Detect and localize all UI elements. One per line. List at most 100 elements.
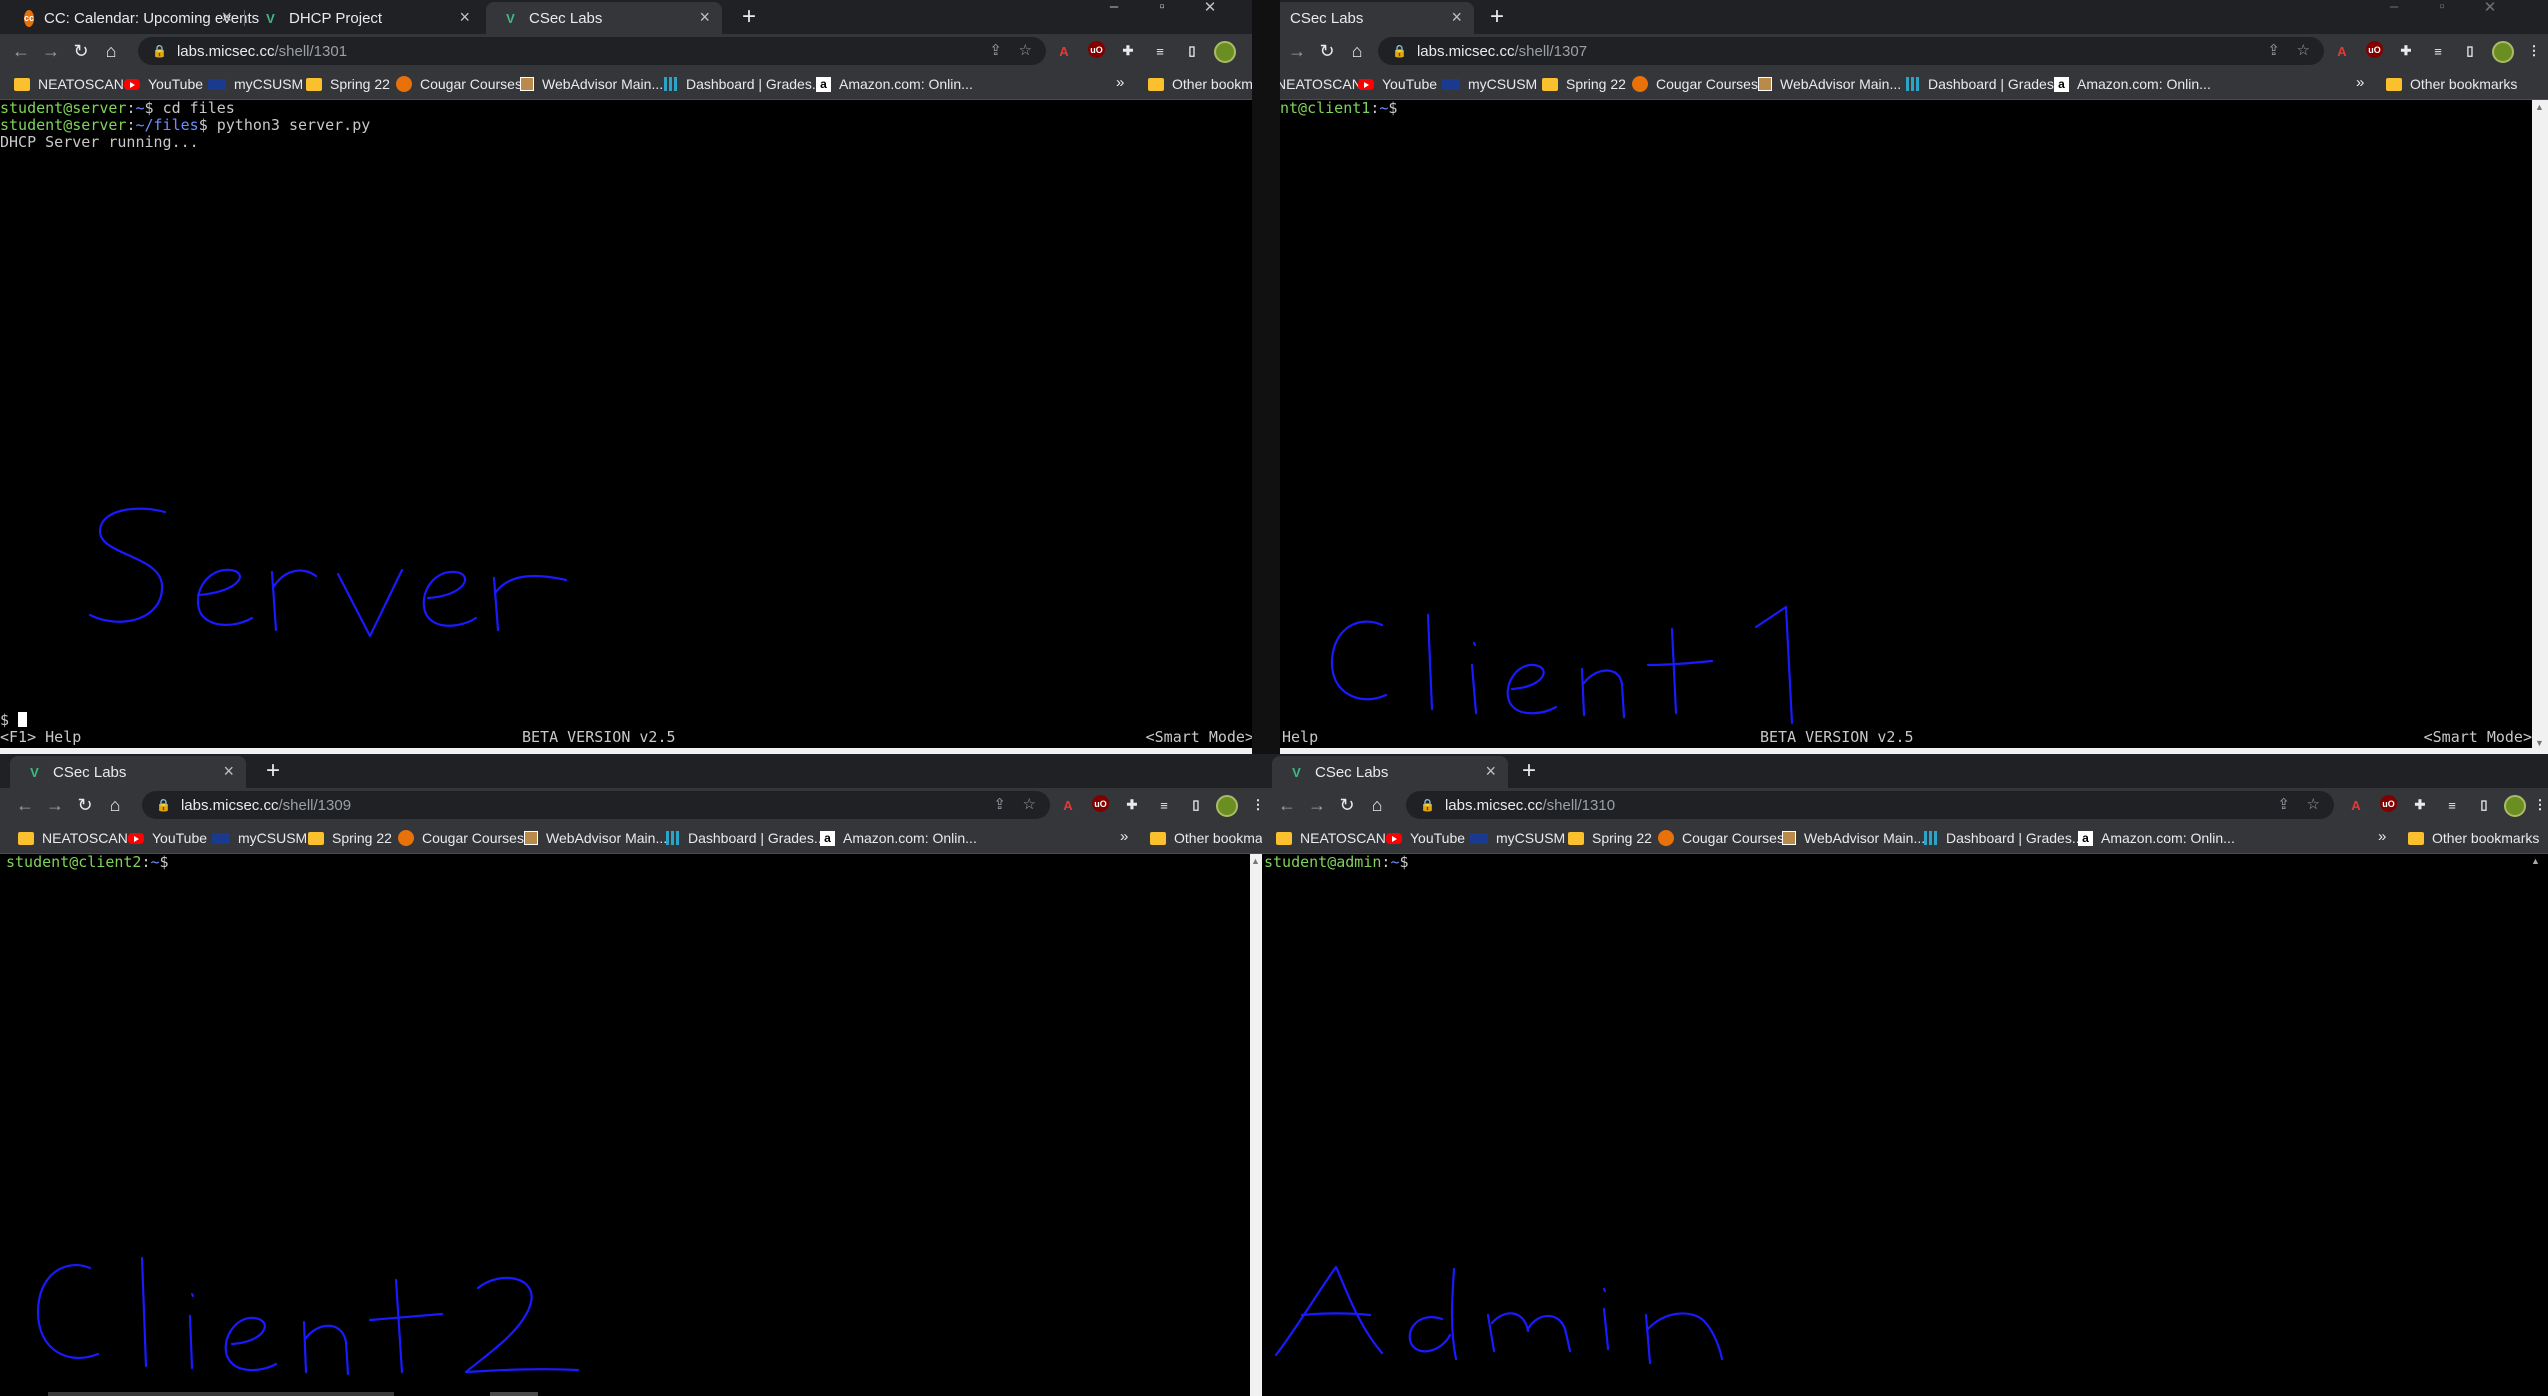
- home-icon[interactable]: ⌂: [100, 795, 130, 816]
- bookmark-spring-22[interactable]: Spring 22: [1542, 74, 1626, 94]
- bookmark-cougar-courses[interactable]: Cougar Courses: [396, 74, 522, 94]
- tab-calendar[interactable]: cc CC: Calendar: Upcoming events ×: [8, 2, 259, 34]
- new-tab-button[interactable]: +: [1514, 756, 1544, 786]
- bookmark-webadvisor[interactable]: WebAdvisor Main...: [1782, 828, 1925, 848]
- more-bookmarks-chevron-icon[interactable]: »: [2378, 828, 2386, 845]
- reading-list-icon[interactable]: ≡: [2428, 41, 2448, 61]
- terminal[interactable]: student@admin:~$: [1262, 854, 2524, 1396]
- profile-avatar[interactable]: [2492, 41, 2514, 63]
- side-panel-icon[interactable]: ▯: [2460, 41, 2480, 61]
- menu-kebab-icon[interactable]: ⋮: [1248, 795, 1263, 815]
- bookmark-amazon[interactable]: a Amazon.com: Onlin...: [820, 828, 977, 848]
- acrobat-extension-icon[interactable]: A: [2346, 795, 2366, 815]
- bookmark-neatoscan[interactable]: NEATOSCAN: [1276, 828, 1386, 848]
- back-icon[interactable]: ←: [10, 795, 40, 816]
- reload-icon[interactable]: ↻: [66, 41, 96, 62]
- bookmark-dashboard[interactable]: Dashboard | Grades...: [664, 74, 823, 94]
- close-tab-icon[interactable]: ×: [699, 7, 710, 28]
- tab-csec-labs[interactable]: V CSec Labs ×: [10, 756, 246, 788]
- reading-list-icon[interactable]: ≡: [2442, 795, 2462, 815]
- bookmark-amazon[interactable]: a Amazon.com: Onlin...: [2078, 828, 2235, 848]
- address-bar[interactable]: 🔒 labs.micsec.cc/shell/1307 ⇪ ☆: [1378, 37, 2324, 65]
- tab-csec-labs[interactable]: V CSec Labs ×: [486, 2, 722, 34]
- bookmark-mycsusm[interactable]: myCSUSM: [1470, 828, 1565, 848]
- profile-avatar[interactable]: [1214, 41, 1236, 63]
- home-icon[interactable]: ⌂: [1362, 795, 1392, 816]
- new-tab-button[interactable]: +: [734, 2, 764, 32]
- more-bookmarks-chevron-icon[interactable]: »: [2356, 74, 2364, 91]
- reading-list-icon[interactable]: ≡: [1154, 795, 1174, 815]
- back-icon[interactable]: ←: [6, 41, 36, 62]
- bookmark-dashboard[interactable]: Dashboard | Grades...: [1924, 828, 2083, 848]
- reload-icon[interactable]: ↻: [1332, 795, 1362, 816]
- bookmark-star-icon[interactable]: ☆: [1023, 795, 1036, 813]
- home-icon[interactable]: ⌂: [1342, 41, 1372, 62]
- ublock-extension-icon[interactable]: uO: [1088, 41, 1105, 58]
- bookmark-youtube[interactable]: YouTube: [124, 74, 203, 94]
- extensions-puzzle-icon[interactable]: ✚: [2410, 795, 2430, 815]
- close-tab-icon[interactable]: ×: [223, 761, 234, 782]
- bookmark-dashboard[interactable]: Dashboard | Grades...: [1906, 74, 2065, 94]
- home-icon[interactable]: ⌂: [96, 41, 126, 62]
- more-bookmarks-chevron-icon[interactable]: »: [1120, 828, 1128, 845]
- tab-dhcp-project[interactable]: V DHCP Project ×: [246, 2, 482, 34]
- terminal[interactable]: student@client2:~$: [0, 854, 1262, 1396]
- forward-icon[interactable]: →: [1282, 41, 1312, 62]
- minimize-icon[interactable]: –: [1090, 0, 1138, 15]
- profile-avatar[interactable]: [1216, 795, 1238, 817]
- tab-csec-labs[interactable]: CSec Labs ×: [1280, 2, 1474, 34]
- side-panel-icon[interactable]: ▯: [2474, 795, 2494, 815]
- acrobat-extension-icon[interactable]: A: [1054, 41, 1074, 61]
- bookmark-spring-22[interactable]: Spring 22: [306, 74, 390, 94]
- reading-list-icon[interactable]: ≡: [1150, 41, 1170, 61]
- side-panel-icon[interactable]: ▯: [1182, 41, 1202, 61]
- profile-avatar[interactable]: [2504, 795, 2526, 817]
- bookmark-mycsusm[interactable]: myCSUSM: [1442, 74, 1537, 94]
- bookmark-webadvisor[interactable]: WebAdvisor Main...: [524, 828, 667, 848]
- minimize-icon[interactable]: –: [2370, 0, 2418, 15]
- extensions-puzzle-icon[interactable]: ✚: [1118, 41, 1138, 61]
- forward-icon[interactable]: →: [40, 795, 70, 816]
- extensions-puzzle-icon[interactable]: ✚: [2396, 41, 2416, 61]
- bookmark-amazon[interactable]: a Amazon.com: Onlin...: [816, 74, 973, 94]
- ublock-extension-icon[interactable]: uO: [2380, 795, 2397, 812]
- bookmark-neatoscan[interactable]: NEATOSCAN: [18, 828, 128, 848]
- side-panel-icon[interactable]: ▯: [1186, 795, 1206, 815]
- bookmark-other-bookmarks[interactable]: Other bookmarks: [2386, 74, 2517, 94]
- back-icon[interactable]: ←: [1272, 795, 1302, 816]
- bookmark-youtube[interactable]: YouTube: [128, 828, 207, 848]
- forward-icon[interactable]: →: [1302, 795, 1332, 816]
- terminal[interactable]: student@server:~$ cd files student@serve…: [0, 100, 1254, 750]
- bookmark-webadvisor[interactable]: WebAdvisor Main...: [1758, 74, 1901, 94]
- share-icon[interactable]: ⇪: [2277, 795, 2290, 813]
- share-icon[interactable]: ⇪: [993, 795, 1006, 813]
- forward-icon[interactable]: →: [36, 41, 66, 62]
- bookmark-star-icon[interactable]: ☆: [2297, 41, 2310, 59]
- reload-icon[interactable]: ↻: [1312, 41, 1342, 62]
- close-tab-icon[interactable]: ×: [1451, 7, 1462, 28]
- bookmark-star-icon[interactable]: ☆: [2307, 795, 2320, 813]
- horizontal-scrollbar-thumb[interactable]: [490, 1392, 538, 1396]
- bookmark-cougar-courses[interactable]: Cougar Courses: [1632, 74, 1758, 94]
- menu-kebab-icon[interactable]: ⋮: [2524, 41, 2544, 61]
- bookmark-neatoscan[interactable]: NEATOSCAN: [1280, 74, 1362, 94]
- more-bookmarks-chevron-icon[interactable]: »: [1116, 74, 1124, 91]
- maximize-icon[interactable]: ▫: [1138, 0, 1186, 15]
- maximize-icon[interactable]: ▫: [2418, 0, 2466, 15]
- bookmark-webadvisor[interactable]: WebAdvisor Main...: [520, 74, 663, 94]
- scrollbar[interactable]: ▲: [2524, 854, 2548, 1396]
- scrollbar[interactable]: ▲: [1250, 854, 1262, 1396]
- new-tab-button[interactable]: +: [258, 756, 288, 786]
- terminal[interactable]: nt@client1:~$ Help BETA VERSION v2.5 <Sm…: [1280, 100, 2532, 750]
- bookmark-cougar-courses[interactable]: Cougar Courses: [1658, 828, 1784, 848]
- close-tab-icon[interactable]: ×: [221, 7, 232, 28]
- terminal-input-line[interactable]: $: [0, 712, 28, 729]
- close-tab-icon[interactable]: ×: [1485, 761, 1496, 782]
- tab-csec-labs[interactable]: V CSec Labs ×: [1272, 756, 1508, 788]
- close-window-icon[interactable]: ✕: [2466, 0, 2514, 16]
- bookmark-youtube[interactable]: YouTube: [1358, 74, 1437, 94]
- bookmark-amazon[interactable]: a Amazon.com: Onlin...: [2054, 74, 2211, 94]
- bookmark-mycsusm[interactable]: myCSUSM: [212, 828, 307, 848]
- new-tab-button[interactable]: +: [1482, 2, 1512, 32]
- bookmark-cougar-courses[interactable]: Cougar Courses: [398, 828, 524, 848]
